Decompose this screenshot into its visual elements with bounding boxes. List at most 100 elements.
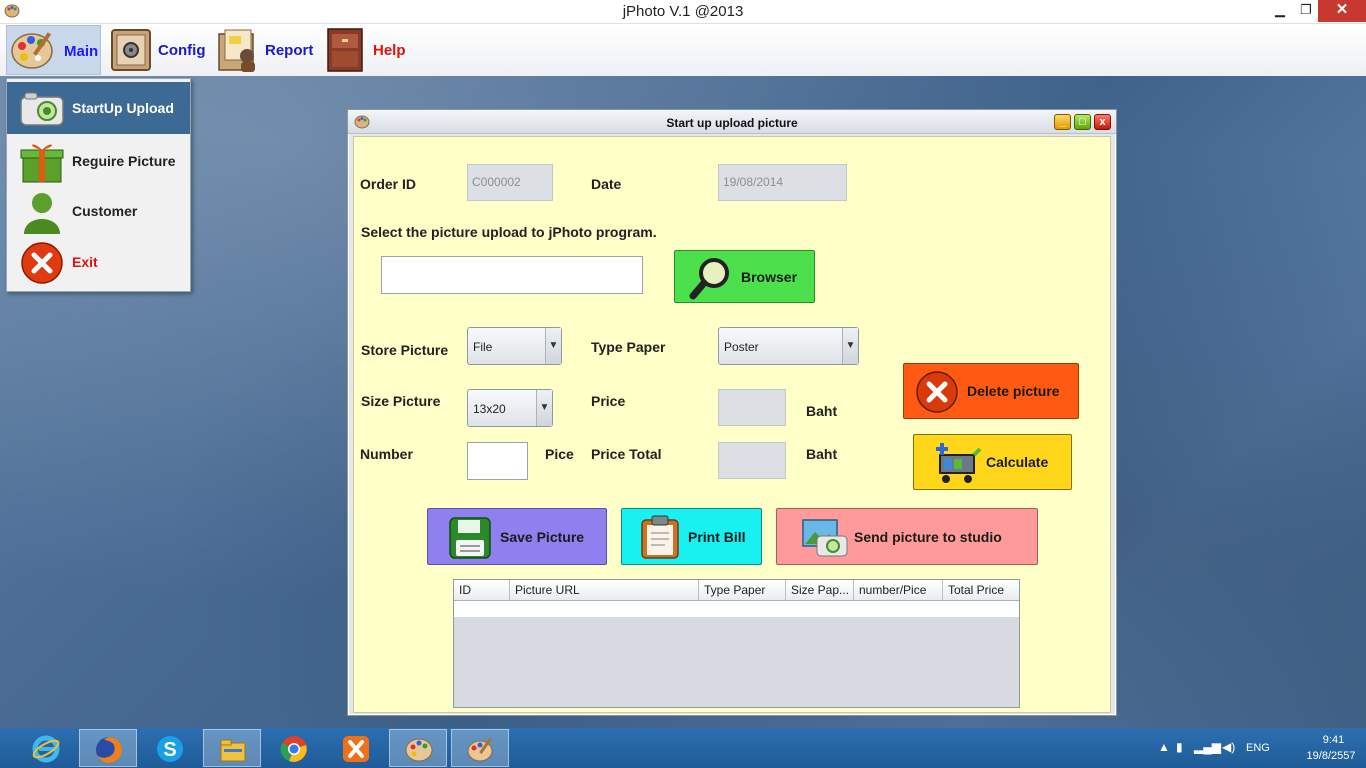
internet-explorer-icon [32, 735, 60, 763]
size-picture-value: 13x20 [473, 402, 506, 416]
frame-close-button[interactable]: x [1094, 114, 1111, 130]
menu-config-label: Config [158, 42, 206, 59]
taskbar-skype[interactable]: S [141, 729, 199, 767]
frame-maximize-glyph: □ [1079, 116, 1086, 128]
frame-minimize-glyph: _ [1059, 116, 1066, 128]
menu-item-require-picture-label: Reguire Picture [72, 153, 176, 169]
gift-icon [20, 144, 64, 183]
pictures-table[interactable]: ID Picture URL Type Paper Size Pap... nu… [453, 579, 1020, 708]
cart-icon [936, 443, 982, 483]
menu-main[interactable]: Main [6, 25, 101, 75]
type-paper-label: Type Paper [591, 339, 666, 355]
photo-camera-icon [802, 519, 848, 557]
select-picture-prompt: Select the picture upload to jPhoto prog… [361, 224, 657, 240]
taskbar-file-explorer[interactable] [203, 729, 261, 767]
clock-date[interactable]: 19/8/2557 [1298, 750, 1364, 762]
calculate-button-label: Calculate [986, 454, 1049, 470]
number-input[interactable] [467, 442, 528, 480]
file-path-input[interactable] [381, 256, 643, 294]
frame-close-glyph: x [1099, 116, 1106, 128]
file-explorer-icon [220, 739, 246, 762]
menu-report[interactable]: Report [213, 25, 318, 75]
menu-help[interactable]: Help [320, 25, 410, 75]
input-language-indicator[interactable]: ENG [1246, 742, 1270, 754]
menu-item-exit-label: Exit [72, 254, 98, 270]
browser-button[interactable]: Browser [674, 250, 815, 303]
menu-main-label: Main [64, 43, 99, 60]
internal-frame-titlebar: Start up upload picture _ □ x [348, 110, 1116, 134]
type-paper-select[interactable]: Poster ▼ [718, 327, 859, 365]
skype-icon: S [157, 736, 183, 762]
user-icon [24, 193, 60, 234]
table-header: ID Picture URL Type Paper Size Pap... nu… [454, 580, 1019, 601]
print-bill-button[interactable]: Print Bill [621, 508, 762, 565]
safe-icon [111, 29, 151, 71]
maximize-button[interactable]: ❐ [1292, 0, 1320, 22]
size-picture-select[interactable]: 13x20 ▼ [467, 389, 553, 427]
save-picture-button[interactable]: Save Picture [427, 508, 607, 565]
column-header-id[interactable]: ID [454, 580, 510, 601]
size-picture-label: Size Picture [361, 393, 441, 409]
delete-picture-button-label: Delete picture [967, 383, 1060, 399]
close-button[interactable]: ✕ [1318, 0, 1366, 22]
menu-item-startup-upload[interactable]: StartUp Upload [7, 82, 190, 134]
column-header-type-paper[interactable]: Type Paper [699, 580, 786, 601]
taskbar: S ▲ ▮ ▂▄▆ ◀) ENG 9:41 19/8/2557 [0, 728, 1366, 768]
price-total-field[interactable] [718, 442, 786, 479]
taskbar-internet-explorer[interactable] [17, 729, 75, 767]
upload-form-panel: Order ID C000002 Date 19/08/2014 Select … [353, 136, 1111, 713]
column-header-picture-url[interactable]: Picture URL [510, 580, 699, 601]
column-header-size-paper[interactable]: Size Pap... [786, 580, 854, 601]
show-hidden-icons-icon[interactable]: ▲ [1158, 740, 1170, 754]
volume-icon[interactable]: ◀) [1222, 740, 1235, 754]
frame-minimize-button[interactable]: _ [1054, 114, 1071, 130]
date-field[interactable]: 19/08/2014 [718, 164, 847, 201]
jphoto-icon [405, 738, 433, 762]
frame-maximize-button[interactable]: □ [1074, 114, 1091, 130]
taskbar-firefox[interactable] [79, 729, 137, 767]
date-label: Date [591, 176, 622, 192]
menu-item-customer[interactable]: Customer [7, 185, 190, 237]
floppy-disk-icon [449, 517, 491, 559]
price-field[interactable] [718, 389, 786, 426]
taskbar-jphoto[interactable] [389, 729, 447, 767]
minimize-button[interactable]: ▁ [1266, 0, 1294, 22]
menu-config[interactable]: Config [108, 25, 208, 75]
taskbar-paint-palette[interactable] [451, 729, 509, 767]
menu-help-label: Help [373, 42, 406, 59]
cabinet-icon [327, 28, 363, 72]
store-picture-label: Store Picture [361, 342, 449, 358]
exit-icon [21, 242, 63, 284]
table-row[interactable] [454, 601, 1019, 617]
save-picture-button-label: Save Picture [500, 528, 585, 545]
system-tray: ▲ ▮ ▂▄▆ ◀) ENG 9:41 19/8/2557 [1146, 728, 1366, 768]
column-header-number-pice[interactable]: number/Pice [854, 580, 943, 601]
menu-item-customer-label: Customer [72, 203, 138, 219]
price-unit-label: Baht [806, 403, 838, 419]
send-to-studio-button[interactable]: Send picture to studio [776, 508, 1038, 565]
taskbar-xampp[interactable] [327, 729, 385, 767]
firefox-icon [96, 737, 122, 763]
column-header-total-price[interactable]: Total Price [943, 580, 1019, 601]
delete-picture-button[interactable]: Delete picture [903, 363, 1079, 419]
window-title: jPhoto V.1 @2013 [622, 3, 744, 20]
store-picture-select[interactable]: File ▼ [467, 327, 562, 365]
taskbar-chrome[interactable] [265, 729, 323, 767]
startup-upload-window: Start up upload picture _ □ x Order ID C… [347, 109, 1117, 716]
menu-report-label: Report [265, 42, 314, 59]
send-to-studio-button-label: Send picture to studio [854, 528, 1002, 545]
window-titlebar: jPhoto V.1 @2013 ▁ ❐ ✕ [0, 0, 1366, 24]
clock-time[interactable]: 9:41 [1306, 734, 1361, 747]
order-id-field[interactable]: C000002 [467, 164, 553, 201]
chevron-down-icon: ▼ [842, 328, 858, 364]
number-unit-label: Pice [545, 446, 574, 462]
browser-button-label: Browser [741, 268, 798, 285]
network-signal-icon[interactable]: ▂▄▆ [1194, 740, 1221, 754]
menu-item-require-picture[interactable]: Reguire Picture [7, 135, 190, 187]
folder-report-icon [218, 29, 255, 72]
battery-icon[interactable]: ▮ [1176, 740, 1183, 754]
calculate-button[interactable]: Calculate [913, 434, 1072, 490]
number-label: Number [360, 446, 413, 462]
menu-item-exit[interactable]: Exit [7, 236, 190, 288]
chrome-icon [280, 736, 307, 762]
